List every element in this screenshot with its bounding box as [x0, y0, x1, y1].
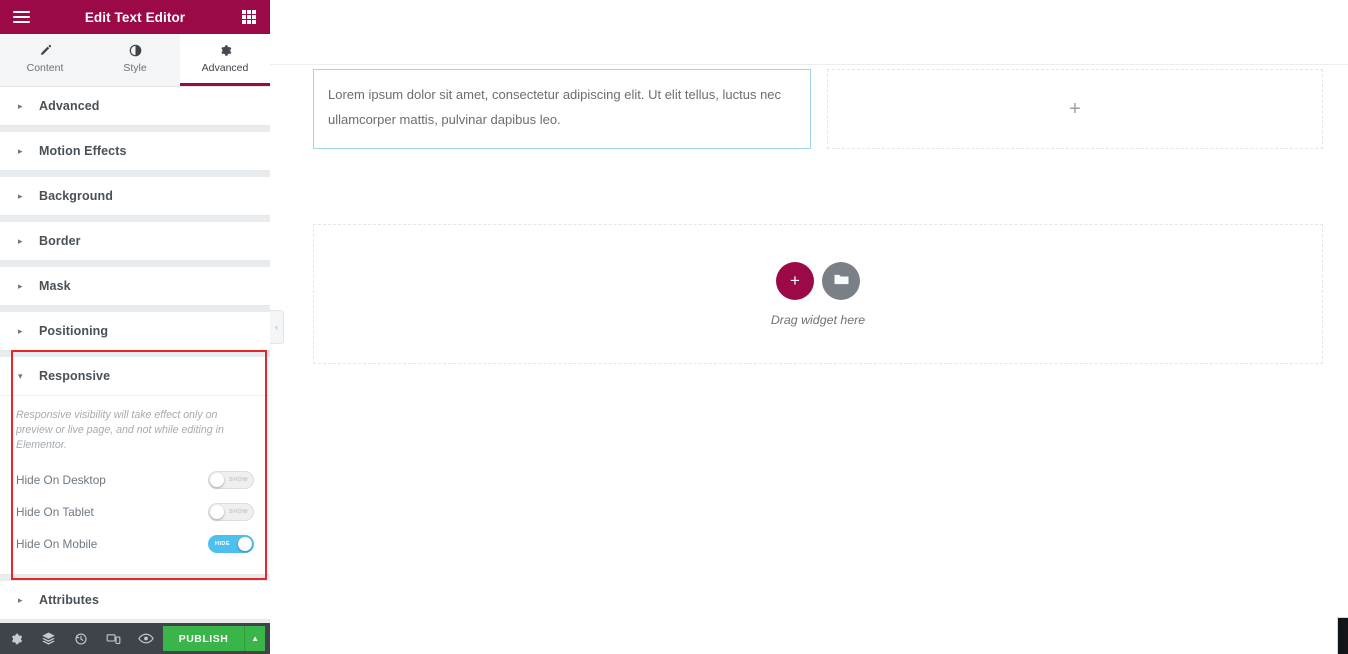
- section-advanced[interactable]: ▸ Advanced: [0, 87, 270, 126]
- add-new-section-button[interactable]: +: [776, 261, 814, 300]
- section-positioning-label: Positioning: [39, 324, 109, 338]
- section-motion-effects-header[interactable]: ▸ Motion Effects: [0, 132, 270, 170]
- section-background-label: Background: [39, 189, 113, 203]
- chevron-down-icon: ▾: [18, 370, 23, 381]
- control-hide-on-desktop: Hide On Desktop SHOW: [16, 464, 254, 496]
- text-editor-widget[interactable]: Lorem ipsum dolor sit amet, consectetur …: [313, 69, 811, 149]
- section-positioning-header[interactable]: ▸ Positioning: [0, 312, 270, 350]
- tab-content[interactable]: Content: [0, 34, 90, 86]
- toggle-knob: [210, 505, 224, 520]
- section-border-label: Border: [39, 234, 81, 248]
- drop-area-section[interactable]: + Drag widget here: [313, 224, 1323, 364]
- section-border-header[interactable]: ▸ Border: [0, 222, 270, 260]
- section-mask-label: Mask: [39, 279, 71, 293]
- section-advanced-label: Advanced: [39, 99, 100, 113]
- toggle-knob: [210, 473, 224, 488]
- section-background-header[interactable]: ▸ Background: [0, 177, 270, 215]
- preview-eye-icon[interactable]: [130, 623, 163, 654]
- hide-on-mobile-label: Hide On Mobile: [16, 537, 98, 552]
- tab-content-label: Content: [26, 62, 64, 74]
- hide-on-desktop-state: SHOW: [228, 477, 248, 484]
- widgets-grid-icon[interactable]: [232, 0, 266, 34]
- section-attributes-label: Attributes: [39, 593, 100, 608]
- panel-title: Edit Text Editor: [84, 9, 186, 25]
- empty-column-add-widget[interactable]: +: [827, 69, 1323, 149]
- section-border[interactable]: ▸ Border: [0, 222, 270, 261]
- canvas-row-top: Lorem ipsum dolor sit amet, consectetur …: [313, 69, 1323, 149]
- add-template-button[interactable]: [822, 261, 860, 300]
- scrollbar-artifact: [1337, 617, 1348, 654]
- chevron-right-icon: ▸: [18, 100, 23, 111]
- section-mask[interactable]: ▸ Mask: [0, 267, 270, 306]
- chevron-right-icon: ▸: [18, 280, 23, 291]
- plus-icon: +: [790, 271, 800, 290]
- toggle-knob: [238, 537, 252, 552]
- section-attributes-header[interactable]: ▸ Attributes: [0, 581, 270, 619]
- section-motion-effects-label: Motion Effects: [39, 144, 127, 158]
- panel-collapse-toggle[interactable]: ‹: [270, 310, 284, 344]
- section-motion-effects[interactable]: ▸ Motion Effects: [0, 132, 270, 171]
- control-hide-on-tablet: Hide On Tablet SHOW: [16, 496, 254, 528]
- hide-on-mobile-toggle[interactable]: HIDE: [208, 535, 254, 554]
- settings-gear-icon[interactable]: [0, 623, 33, 654]
- hamburger-menu-icon[interactable]: [4, 0, 38, 34]
- elementor-editor: Edit Text Editor Content Style Advanced …: [0, 0, 1348, 654]
- chevron-right-icon: ▸: [18, 190, 23, 201]
- tab-advanced[interactable]: Advanced: [180, 34, 270, 86]
- hide-on-tablet-state: SHOW: [228, 509, 248, 516]
- responsive-mode-icon[interactable]: [98, 623, 131, 654]
- hide-on-desktop-toggle[interactable]: SHOW: [208, 471, 254, 490]
- panel-header: Edit Text Editor: [0, 0, 270, 34]
- control-hide-on-mobile: Hide On Mobile HIDE: [16, 528, 254, 560]
- editor-panel: Edit Text Editor Content Style Advanced …: [0, 0, 270, 654]
- contrast-circle-icon: [129, 43, 142, 57]
- panel-sections-list: ▸ Advanced ▸ Motion Effects ▸ Background: [0, 87, 270, 654]
- gear-icon: [219, 43, 232, 57]
- responsive-helper-text: Responsive visibility will take effect o…: [16, 409, 224, 452]
- panel-footer-toolbar: PUBLISH ▲: [0, 623, 270, 654]
- hide-on-mobile-state: HIDE: [215, 541, 230, 548]
- tab-style[interactable]: Style: [90, 34, 180, 86]
- drag-widget-hint: Drag widget here: [770, 312, 866, 327]
- section-positioning[interactable]: ▸ Positioning: [0, 312, 270, 351]
- responsive-controls: Responsive visibility will take effect o…: [0, 395, 270, 574]
- section-responsive-label: Responsive: [39, 369, 111, 383]
- chevron-right-icon: ▸: [18, 235, 23, 246]
- text-editor-content: Lorem ipsum dolor sit amet, consectetur …: [328, 87, 782, 128]
- section-responsive-header[interactable]: ▾ Responsive: [0, 357, 270, 395]
- section-responsive[interactable]: ▾ Responsive Responsive visibility will …: [0, 357, 270, 576]
- canvas-topbar: [270, 0, 1348, 65]
- pencil-icon: [39, 43, 52, 57]
- folder-icon: [833, 272, 850, 290]
- hide-on-tablet-label: Hide On Tablet: [16, 505, 94, 520]
- tab-advanced-label: Advanced: [201, 62, 249, 74]
- chevron-right-icon: ▸: [18, 325, 23, 336]
- tab-style-label: Style: [123, 62, 147, 74]
- history-clock-icon[interactable]: [65, 623, 98, 654]
- publish-options-caret-icon[interactable]: ▲: [244, 626, 265, 651]
- publish-button[interactable]: PUBLISH: [162, 626, 245, 651]
- editor-canvas: Lorem ipsum dolor sit amet, consectetur …: [270, 0, 1348, 654]
- section-attributes[interactable]: ▸ Attributes: [0, 581, 270, 621]
- hide-on-desktop-label: Hide On Desktop: [16, 473, 106, 488]
- section-mask-header[interactable]: ▸ Mask: [0, 267, 270, 305]
- hide-on-tablet-toggle[interactable]: SHOW: [208, 503, 254, 522]
- plus-icon: +: [1069, 98, 1081, 120]
- chevron-right-icon: ▸: [18, 594, 23, 605]
- chevron-right-icon: ▸: [18, 145, 23, 156]
- section-background[interactable]: ▸ Background: [0, 177, 270, 216]
- navigator-layers-icon[interactable]: [33, 623, 66, 654]
- add-buttons-group: +: [776, 261, 860, 300]
- section-advanced-header[interactable]: ▸ Advanced: [0, 87, 270, 125]
- panel-tabs: Content Style Advanced: [0, 34, 270, 87]
